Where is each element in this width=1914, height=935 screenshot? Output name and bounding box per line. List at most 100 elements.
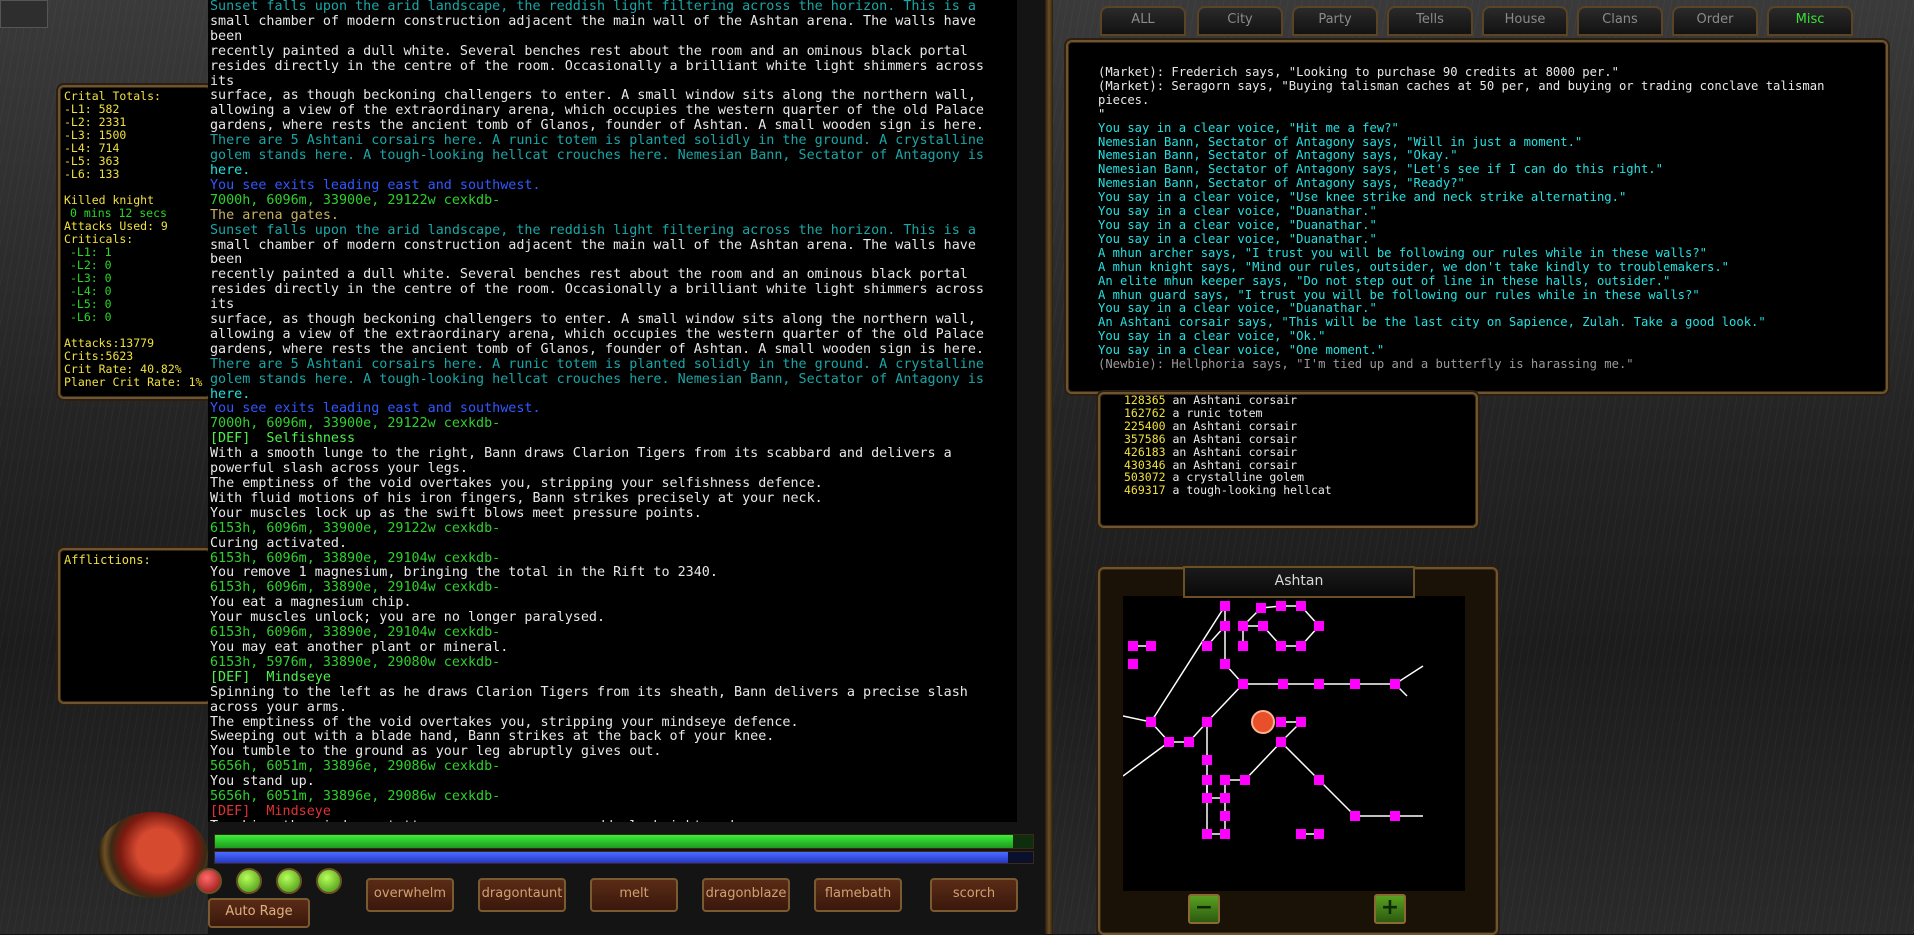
map-room[interactable] [1278, 679, 1288, 689]
afflictions-panel: Afflictions: [58, 548, 212, 704]
tab-party[interactable]: Party [1292, 6, 1378, 36]
main-output[interactable]: Sunset falls upon the arid landscape, th… [208, 0, 1017, 822]
map-room[interactable] [1296, 641, 1306, 651]
map-room[interactable] [1238, 641, 1248, 651]
map-room[interactable] [1350, 679, 1360, 689]
map-room[interactable] [1390, 679, 1400, 689]
output-line: golem stands here. A tough-looking hellc… [210, 371, 984, 387]
output-line: The emptiness of the void overtakes you,… [210, 714, 799, 730]
map-exit-line [1318, 779, 1356, 817]
map-room[interactable] [1314, 621, 1324, 631]
map-room[interactable] [1220, 775, 1230, 785]
map-room[interactable] [1276, 717, 1286, 727]
map-room[interactable] [1350, 811, 1360, 821]
map-room[interactable] [1220, 659, 1230, 669]
map-room[interactable] [1238, 679, 1248, 689]
map-room[interactable] [1146, 641, 1156, 651]
map-room[interactable] [1276, 641, 1286, 651]
room-item[interactable]: 469317 a tough-looking hellcat [1124, 484, 1476, 497]
map-room[interactable] [1238, 621, 1248, 631]
map-room[interactable] [1202, 755, 1212, 765]
map-room[interactable] [1164, 737, 1174, 747]
gear-icon[interactable] [0, 0, 48, 28]
map-graph [1123, 601, 1424, 839]
output-line: You remove 1 magnesium, bringing the tot… [210, 565, 718, 581]
map-room[interactable] [1390, 811, 1400, 821]
zoom-out-icon[interactable]: − [1188, 894, 1220, 924]
map-room[interactable] [1146, 717, 1156, 727]
map-room[interactable] [1276, 737, 1286, 747]
chat-line: An Ashtani corsair says, "This will be t… [1098, 315, 1766, 330]
chat-line: You say in a clear voice, "One moment." [1098, 343, 1385, 358]
map-room[interactable] [1314, 775, 1324, 785]
output-line: Your muscles lock up as the swift blows … [210, 505, 702, 521]
health-bar [214, 834, 1034, 849]
pane-divider[interactable] [1045, 0, 1053, 934]
map-room[interactable] [1202, 829, 1212, 839]
output-line: surface, as though beckoning challengers… [210, 88, 976, 104]
map-room[interactable] [1220, 621, 1230, 631]
map-room[interactable] [1202, 793, 1212, 803]
tab-order[interactable]: Order [1672, 6, 1758, 36]
action-button-dragontaunt[interactable]: dragontaunt [478, 878, 566, 912]
action-button-melt[interactable]: melt [590, 878, 678, 912]
map-room[interactable] [1276, 601, 1286, 611]
action-button-flamebath[interactable]: flamebath [814, 878, 902, 912]
map-view[interactable] [1123, 596, 1465, 891]
map-room[interactable] [1314, 679, 1324, 689]
map-room[interactable] [1202, 641, 1212, 651]
map-room[interactable] [1220, 793, 1230, 803]
tab-city[interactable]: City [1197, 6, 1283, 36]
map-room[interactable] [1220, 829, 1230, 839]
tab-house[interactable]: House [1482, 6, 1568, 36]
map-room[interactable] [1220, 811, 1230, 821]
item-name: a crystalline golem [1165, 470, 1305, 485]
map-room[interactable] [1220, 601, 1230, 611]
action-button-overwhelm[interactable]: overwhelm [366, 878, 454, 912]
item-name: an Ashtani corsair [1165, 444, 1298, 459]
chat-line: Nemesian Bann, Sectator of Antagony says… [1098, 134, 1583, 149]
output-line: With fluid motions of his iron fingers, … [210, 490, 823, 506]
map-room[interactable] [1202, 717, 1212, 727]
tab-clans[interactable]: Clans [1577, 6, 1663, 36]
chat-line: Nemesian Bann, Sectator of Antagony says… [1098, 176, 1465, 191]
map-room[interactable] [1256, 603, 1266, 613]
map-room[interactable] [1202, 775, 1212, 785]
chat-line: Nemesian Bann, Sectator of Antagony says… [1098, 162, 1663, 177]
map-room[interactable] [1128, 659, 1138, 669]
action-button-scorch[interactable]: scorch [930, 878, 1018, 912]
map-room[interactable] [1258, 621, 1268, 631]
chat-line: You say in a clear voice, "Duanathar." [1098, 204, 1377, 219]
planer-crit-rate: Planer Crit Rate: 1% [64, 375, 203, 389]
map-room[interactable] [1296, 601, 1306, 611]
map-room[interactable] [1314, 829, 1324, 839]
output-line: The arena gates. [210, 207, 339, 223]
map-room[interactable] [1296, 829, 1306, 839]
output-line: Sunset falls upon the arid landscape, th… [210, 0, 976, 14]
action-button-dragonblaze[interactable]: dragonblaze [702, 878, 790, 912]
map-exit-line [1206, 683, 1244, 723]
tab-tells[interactable]: Tells [1387, 6, 1473, 36]
chat-panel[interactable]: (Market): Frederich says, "Looking to pu… [1066, 40, 1888, 394]
chat-line: (Market): Seragorn says, "Buying talisma… [1098, 78, 1832, 107]
output-line: 5656h, 6051m, 33896e, 29086w cexkdb- [210, 789, 501, 805]
output-line: Spinning to the left as he draws Clarion… [210, 684, 968, 700]
crit-line: -L6: 133 [64, 167, 120, 181]
map-room[interactable] [1296, 717, 1306, 727]
map-room[interactable] [1240, 775, 1250, 785]
output-line: surface, as though beckoning challengers… [210, 312, 976, 328]
output-line: gardens, where rests the ancient tomb of… [210, 118, 984, 134]
item-id: 162762 [1124, 405, 1166, 420]
map-room[interactable] [1128, 641, 1138, 651]
map-exit-line [1150, 605, 1226, 723]
auto-rage-button[interactable]: Auto Rage [208, 898, 310, 928]
zoom-in-icon[interactable]: + [1374, 894, 1406, 924]
output-line: small chamber of modern construction adj… [210, 13, 984, 44]
output-line: Sunset falls upon the arid landscape, th… [210, 222, 976, 238]
output-line: With a smooth lunge to the right, Bann d… [210, 446, 952, 462]
item-id: 128365 [1124, 393, 1166, 407]
tab-all[interactable]: ALL [1100, 6, 1186, 36]
map-room[interactable] [1184, 737, 1194, 747]
tab-misc[interactable]: Misc [1767, 6, 1853, 36]
map-exit-line [1123, 741, 1170, 777]
